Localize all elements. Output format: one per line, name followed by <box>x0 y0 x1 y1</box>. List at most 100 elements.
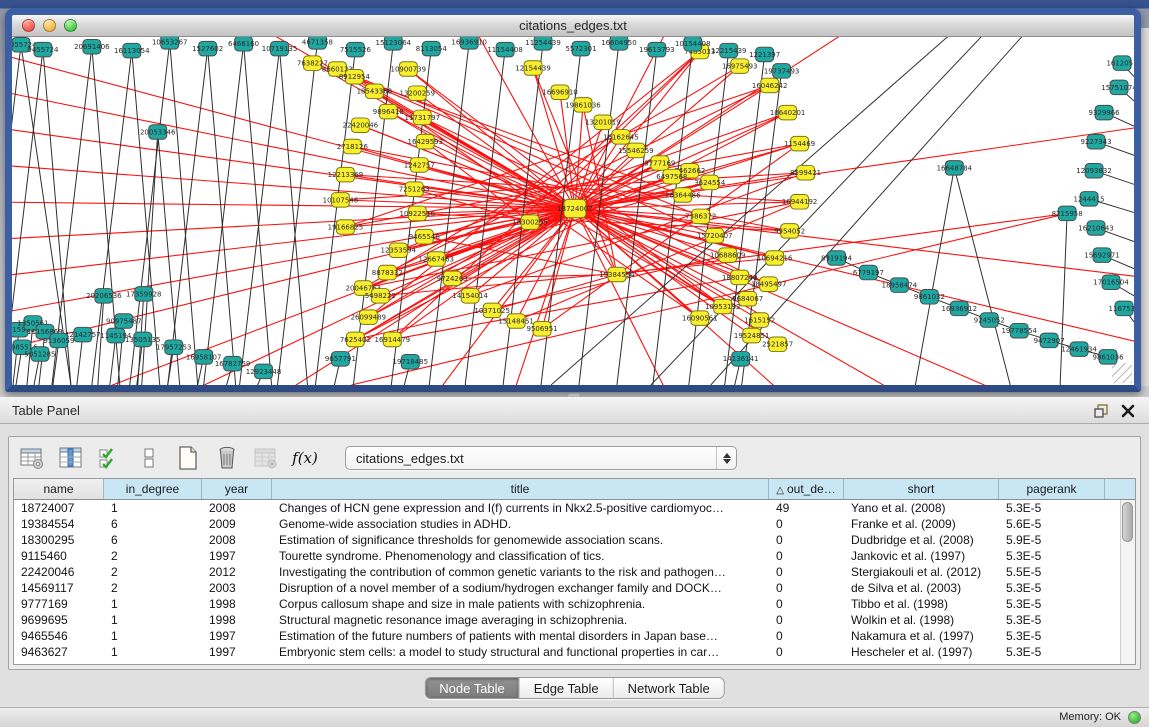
table-row[interactable]: 1830029562008Estimation of significance … <box>14 532 1120 548</box>
tab-edge-table[interactable]: Edge Table <box>520 678 614 698</box>
cell-out_de: 0 <box>769 532 844 548</box>
float-panel-icon[interactable] <box>1093 402 1111 420</box>
graph-node-label: 10107546 <box>323 196 359 204</box>
cell-out_de: 0 <box>769 628 844 644</box>
table-row[interactable]: 1872400712008Changes of HCN gene express… <box>14 500 1120 516</box>
graph-node-label: 8912954 <box>339 73 370 81</box>
cell-out_de: 0 <box>769 612 844 628</box>
column-header-year[interactable]: year <box>202 479 272 499</box>
scrollbar-thumb[interactable] <box>1122 502 1133 542</box>
cell-in_degree: 2 <box>104 564 202 580</box>
graph-node-label: 7515526 <box>340 46 371 54</box>
cell-pagerank: 5.3E-5 <box>999 612 1105 628</box>
graph-node-label: 9896418 <box>373 108 404 116</box>
graph-node-label: 1244415 <box>1074 195 1105 203</box>
cell-pagerank: 5.9E-5 <box>999 532 1105 548</box>
graph-node-label: 19861036 <box>565 101 601 109</box>
cell-name: 9115460 <box>14 548 104 564</box>
table-row[interactable]: 1938455462009Genome-wide association stu… <box>14 516 1120 532</box>
graph-node-label: 12215439 <box>711 47 747 55</box>
graph-node-label: 15720407 <box>697 232 733 240</box>
cell-title: Tourette syndrome. Phenomenology and cla… <box>272 548 769 564</box>
select-columns-icon[interactable] <box>58 445 84 471</box>
table-selector-dropdown[interactable]: citations_edges.txt <box>345 446 737 470</box>
table-row[interactable]: 1456911722003Disruption of a novel membe… <box>14 580 1120 596</box>
table-selector-value: citations_edges.txt <box>346 451 464 466</box>
graph-node-label: 14154014 <box>452 292 488 300</box>
table-row[interactable]: 977716911998Corpus callosum shape and si… <box>14 596 1120 612</box>
graph-node-label: 10694216 <box>757 255 793 263</box>
graph-node-label: 16975493 <box>722 63 758 71</box>
graph-node-label: 3624554 <box>694 179 725 187</box>
column-header-label: pagerank <box>1026 482 1076 496</box>
cell-title: Corpus callosum shape and size in male p… <box>272 596 769 612</box>
cell-short: Franke et al. (2009) <box>844 516 999 532</box>
table-row[interactable]: 911546021997Tourette syndrome. Phenomeno… <box>14 548 1120 564</box>
table-row[interactable]: 946362711997Embryonic stem cells: a mode… <box>14 644 1120 660</box>
column-header-pagerank[interactable]: pagerank <box>999 479 1105 499</box>
column-header-short[interactable]: short <box>844 479 999 499</box>
graph-node-label: 9465546 <box>409 233 440 241</box>
graph-node-label: 15692971 <box>1084 252 1120 260</box>
graph-node-label: 13505135 <box>125 336 161 344</box>
graph-node-label: 16936912 <box>942 305 978 313</box>
tab-node-table[interactable]: Node Table <box>425 678 520 698</box>
graph-node-label: 16604950 <box>601 39 637 47</box>
cell-title: Disruption of a novel member of a sodium… <box>272 580 769 596</box>
cell-year: 1997 <box>202 548 272 564</box>
select-all-rows-icon[interactable] <box>97 445 123 471</box>
graph-node-label: 18724007 <box>557 205 593 213</box>
table-toolbar: f(x) citations_edges.txt <box>19 441 737 475</box>
network-window-titlebar[interactable]: citations_edges.txt <box>12 15 1134 37</box>
table-row[interactable]: 969969511998Structural magnetic resonanc… <box>14 612 1120 628</box>
function-builder-icon[interactable]: f(x) <box>292 445 318 471</box>
cell-short: Stergiakouli et al. (2012) <box>844 564 999 580</box>
graph-node-label: 20053346 <box>140 129 176 137</box>
cell-in_degree: 1 <box>104 500 202 516</box>
table-vertical-scrollbar[interactable] <box>1120 500 1135 664</box>
network-canvas[interactable]: 1872400776382278660123891295418543368989… <box>12 37 1134 385</box>
cell-pagerank: 5.3E-5 <box>999 596 1105 612</box>
clear-selection-icon[interactable] <box>136 445 162 471</box>
graph-node-label: 8919194 <box>821 255 852 263</box>
cell-out_de: 0 <box>769 548 844 564</box>
window-resize-grip[interactable] <box>1112 363 1132 383</box>
cell-name: 19384554 <box>14 516 104 532</box>
table-inner-panel: f(x) citations_edges.txt name in_degree ye… <box>8 436 1141 670</box>
graph-node-label: 11254439 <box>525 39 561 47</box>
graph-node-label: 9455724 <box>27 46 58 54</box>
graph-node-label: 9954052 <box>774 227 805 235</box>
table-row[interactable]: 946554611997Estimation of the future num… <box>14 628 1120 644</box>
sort-ascending-icon: △ <box>776 485 784 496</box>
cell-year: 1997 <box>202 644 272 660</box>
table-settings-icon[interactable] <box>19 445 45 471</box>
column-header-out_de[interactable]: △out_de… <box>769 479 844 499</box>
column-header-label: in_degree <box>126 482 179 496</box>
graph-node-label: 9506951 <box>527 325 558 333</box>
network-view-window[interactable]: citations_edges.txt 18724007763822786601… <box>5 8 1141 392</box>
cell-out_de: 0 <box>769 564 844 580</box>
column-header-title[interactable]: title <box>272 479 769 499</box>
cell-pagerank: 5.3E-5 <box>999 628 1105 644</box>
graph-node-label: 1527602 <box>192 45 223 53</box>
close-panel-icon[interactable] <box>1119 402 1137 420</box>
graph-node-label: 18958474 <box>882 282 918 290</box>
graph-node-label: 13200259 <box>400 90 436 98</box>
graph-node-label: 16429593 <box>408 138 444 146</box>
network-window-title: citations_edges.txt <box>12 18 1134 33</box>
graph-node-label: 17359928 <box>126 290 162 298</box>
tab-network-table[interactable]: Network Table <box>614 678 724 698</box>
column-header-name[interactable]: name <box>14 479 104 499</box>
column-header-label: year <box>225 482 248 496</box>
graph-node-label: 10900739 <box>391 66 427 74</box>
new-table-icon[interactable] <box>175 445 201 471</box>
delete-entries-icon[interactable] <box>214 445 240 471</box>
cell-short: Wolkin et al. (1998) <box>844 612 999 628</box>
table-panel: Table Panel <box>0 397 1149 707</box>
graph-node-label: 16210643 <box>1078 224 1114 232</box>
graph-node-label: 16090561 <box>682 315 718 323</box>
cell-in_degree: 1 <box>104 612 202 628</box>
table-row[interactable]: 2242004622012Investigating the contribut… <box>14 564 1120 580</box>
column-header-in_degree[interactable]: in_degree <box>104 479 202 499</box>
graph-node-label: 90975487 <box>106 318 142 326</box>
